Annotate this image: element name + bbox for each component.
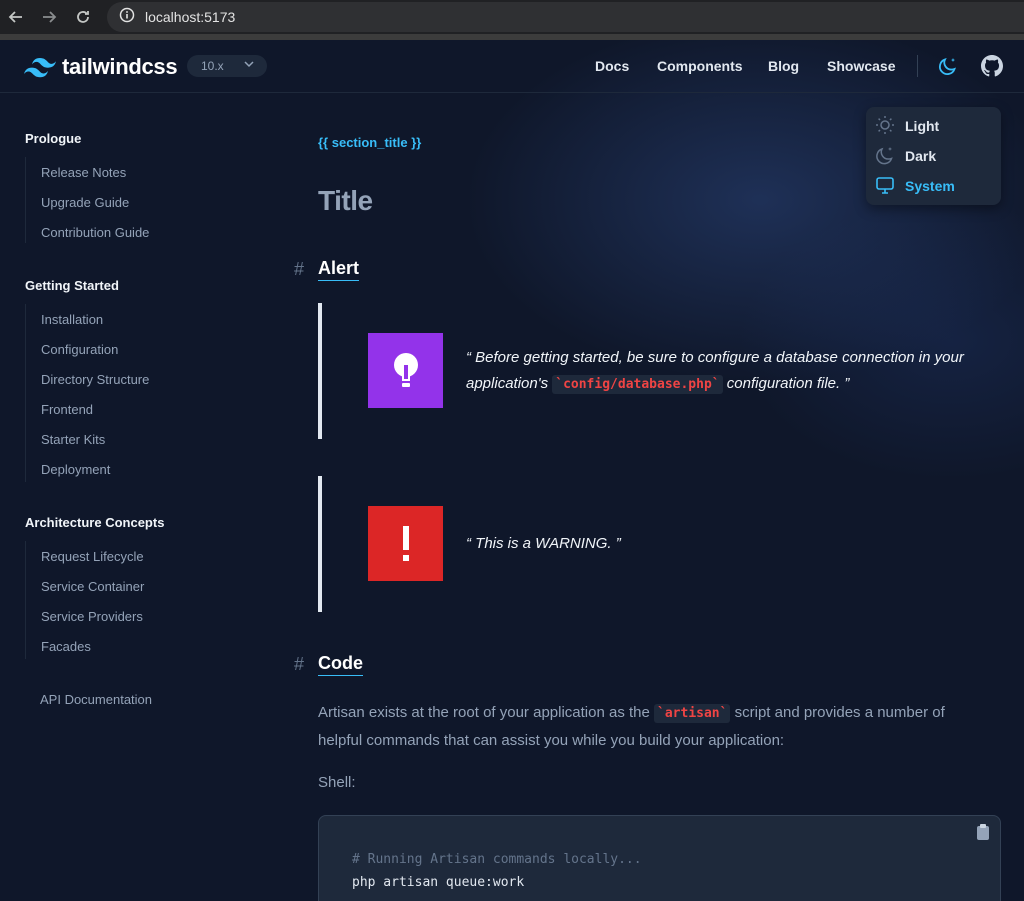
- clipboard-icon[interactable]: [976, 824, 990, 845]
- nav-showcase[interactable]: Showcase: [827, 58, 895, 74]
- chevron-down-icon: [243, 58, 255, 73]
- site-header: tailwindcss 10.x Docs Components Blog Sh…: [0, 40, 1024, 93]
- warning-alert-border: [318, 476, 322, 612]
- theme-option-light-label: Light: [905, 118, 940, 134]
- sidebar-heading-prologue: Prologue: [25, 131, 82, 146]
- sidebar-item-frontend[interactable]: Frontend: [41, 402, 93, 417]
- theme-option-dark[interactable]: Dark: [875, 145, 936, 167]
- sidebar-item-service-container[interactable]: Service Container: [41, 579, 144, 594]
- sidebar-item-contribution-guide[interactable]: Contribution Guide: [41, 225, 149, 240]
- info-alert-code: `config/database.php`: [552, 375, 723, 394]
- warning-alert-text: “ This is a WARNING. ”: [466, 535, 621, 552]
- header-divider: [917, 55, 918, 77]
- url-text: localhost:5173: [145, 9, 236, 25]
- sidebar-item-release-notes[interactable]: Release Notes: [41, 165, 126, 180]
- lightbulb-icon: [368, 333, 443, 408]
- address-bar[interactable]: localhost:5173: [107, 2, 1024, 32]
- nav-docs[interactable]: Docs: [595, 58, 629, 74]
- sidebar-group-getting-started: Installation Configuration Directory Str…: [25, 304, 149, 482]
- exclamation-icon: [368, 506, 443, 581]
- logo-text: tailwindcss: [62, 54, 178, 79]
- theme-option-system[interactable]: System: [875, 175, 955, 197]
- sidebar-heading-getting-started: Getting Started: [25, 278, 119, 293]
- sidebar-item-deployment[interactable]: Deployment: [41, 462, 110, 477]
- version-label: 10.x: [201, 59, 224, 73]
- nav-blog[interactable]: Blog: [768, 58, 799, 74]
- version-select[interactable]: 10.x: [187, 55, 267, 77]
- monitor-icon: [875, 175, 895, 198]
- docs-page: tailwindcss 10.x Docs Components Blog Sh…: [0, 40, 1024, 901]
- moon-icon: [875, 145, 895, 168]
- sidebar-group-prologue: Release Notes Upgrade Guide Contribution…: [25, 157, 149, 243]
- reload-icon[interactable]: [72, 6, 94, 28]
- info-alert-text-after: configuration file. ”: [722, 375, 850, 392]
- site-info-icon[interactable]: [119, 7, 135, 28]
- sidebar-item-starter-kits[interactable]: Starter Kits: [41, 432, 105, 447]
- back-icon[interactable]: [5, 6, 27, 28]
- sidebar-group-architecture: Request Lifecycle Service Container Serv…: [25, 541, 144, 659]
- sidebar-item-directory-structure[interactable]: Directory Structure: [41, 372, 149, 387]
- artisan-code: `artisan`: [654, 704, 731, 723]
- heading-code[interactable]: Code: [318, 653, 363, 676]
- tailwind-logo-icon: [24, 58, 56, 78]
- code-paragraph-before: Artisan exists at the root of your appli…: [318, 704, 655, 721]
- code-paragraph: Artisan exists at the root of your appli…: [318, 699, 978, 754]
- sidebar-item-api-documentation[interactable]: API Documentation: [40, 692, 152, 707]
- sidebar-item-upgrade-guide[interactable]: Upgrade Guide: [41, 195, 129, 210]
- logo[interactable]: tailwindcss: [24, 54, 178, 80]
- sidebar-item-service-providers[interactable]: Service Providers: [41, 609, 143, 624]
- sidebar-item-facades[interactable]: Facades: [41, 639, 91, 654]
- heading-alert[interactable]: Alert: [318, 258, 360, 281]
- anchor-hash-alert[interactable]: #: [294, 259, 304, 280]
- info-alert-text: “ Before getting started, be sure to con…: [466, 345, 976, 398]
- sidebar-item-installation[interactable]: Installation: [41, 312, 103, 327]
- sidebar-heading-architecture: Architecture Concepts: [25, 515, 165, 530]
- info-alert-border: [318, 303, 322, 439]
- browser-toolbar: localhost:5173: [0, 0, 1024, 34]
- forward-icon[interactable]: [38, 6, 60, 28]
- code-command: php artisan queue:work: [352, 875, 525, 890]
- code-block: # Running Artisan commands locally... ph…: [318, 815, 1001, 901]
- sidebar-item-request-lifecycle[interactable]: Request Lifecycle: [41, 549, 144, 564]
- page-title: Title: [318, 185, 373, 216]
- theme-option-system-label: System: [905, 178, 955, 194]
- sidebar-item-configuration[interactable]: Configuration: [41, 342, 118, 357]
- theme-option-dark-label: Dark: [905, 148, 937, 164]
- github-icon[interactable]: [981, 55, 1003, 77]
- shell-label: Shell:: [318, 774, 356, 791]
- theme-menu: Light Dark System: [866, 107, 1001, 205]
- theme-option-light[interactable]: Light: [875, 115, 939, 137]
- code-comment: # Running Artisan commands locally...: [352, 852, 642, 867]
- sun-icon: [875, 115, 895, 138]
- nav-components[interactable]: Components: [657, 58, 743, 74]
- anchor-hash-code[interactable]: #: [294, 654, 304, 675]
- section-title: {{ section_title }}: [318, 135, 422, 150]
- theme-toggle-moon-icon[interactable]: [937, 55, 959, 77]
